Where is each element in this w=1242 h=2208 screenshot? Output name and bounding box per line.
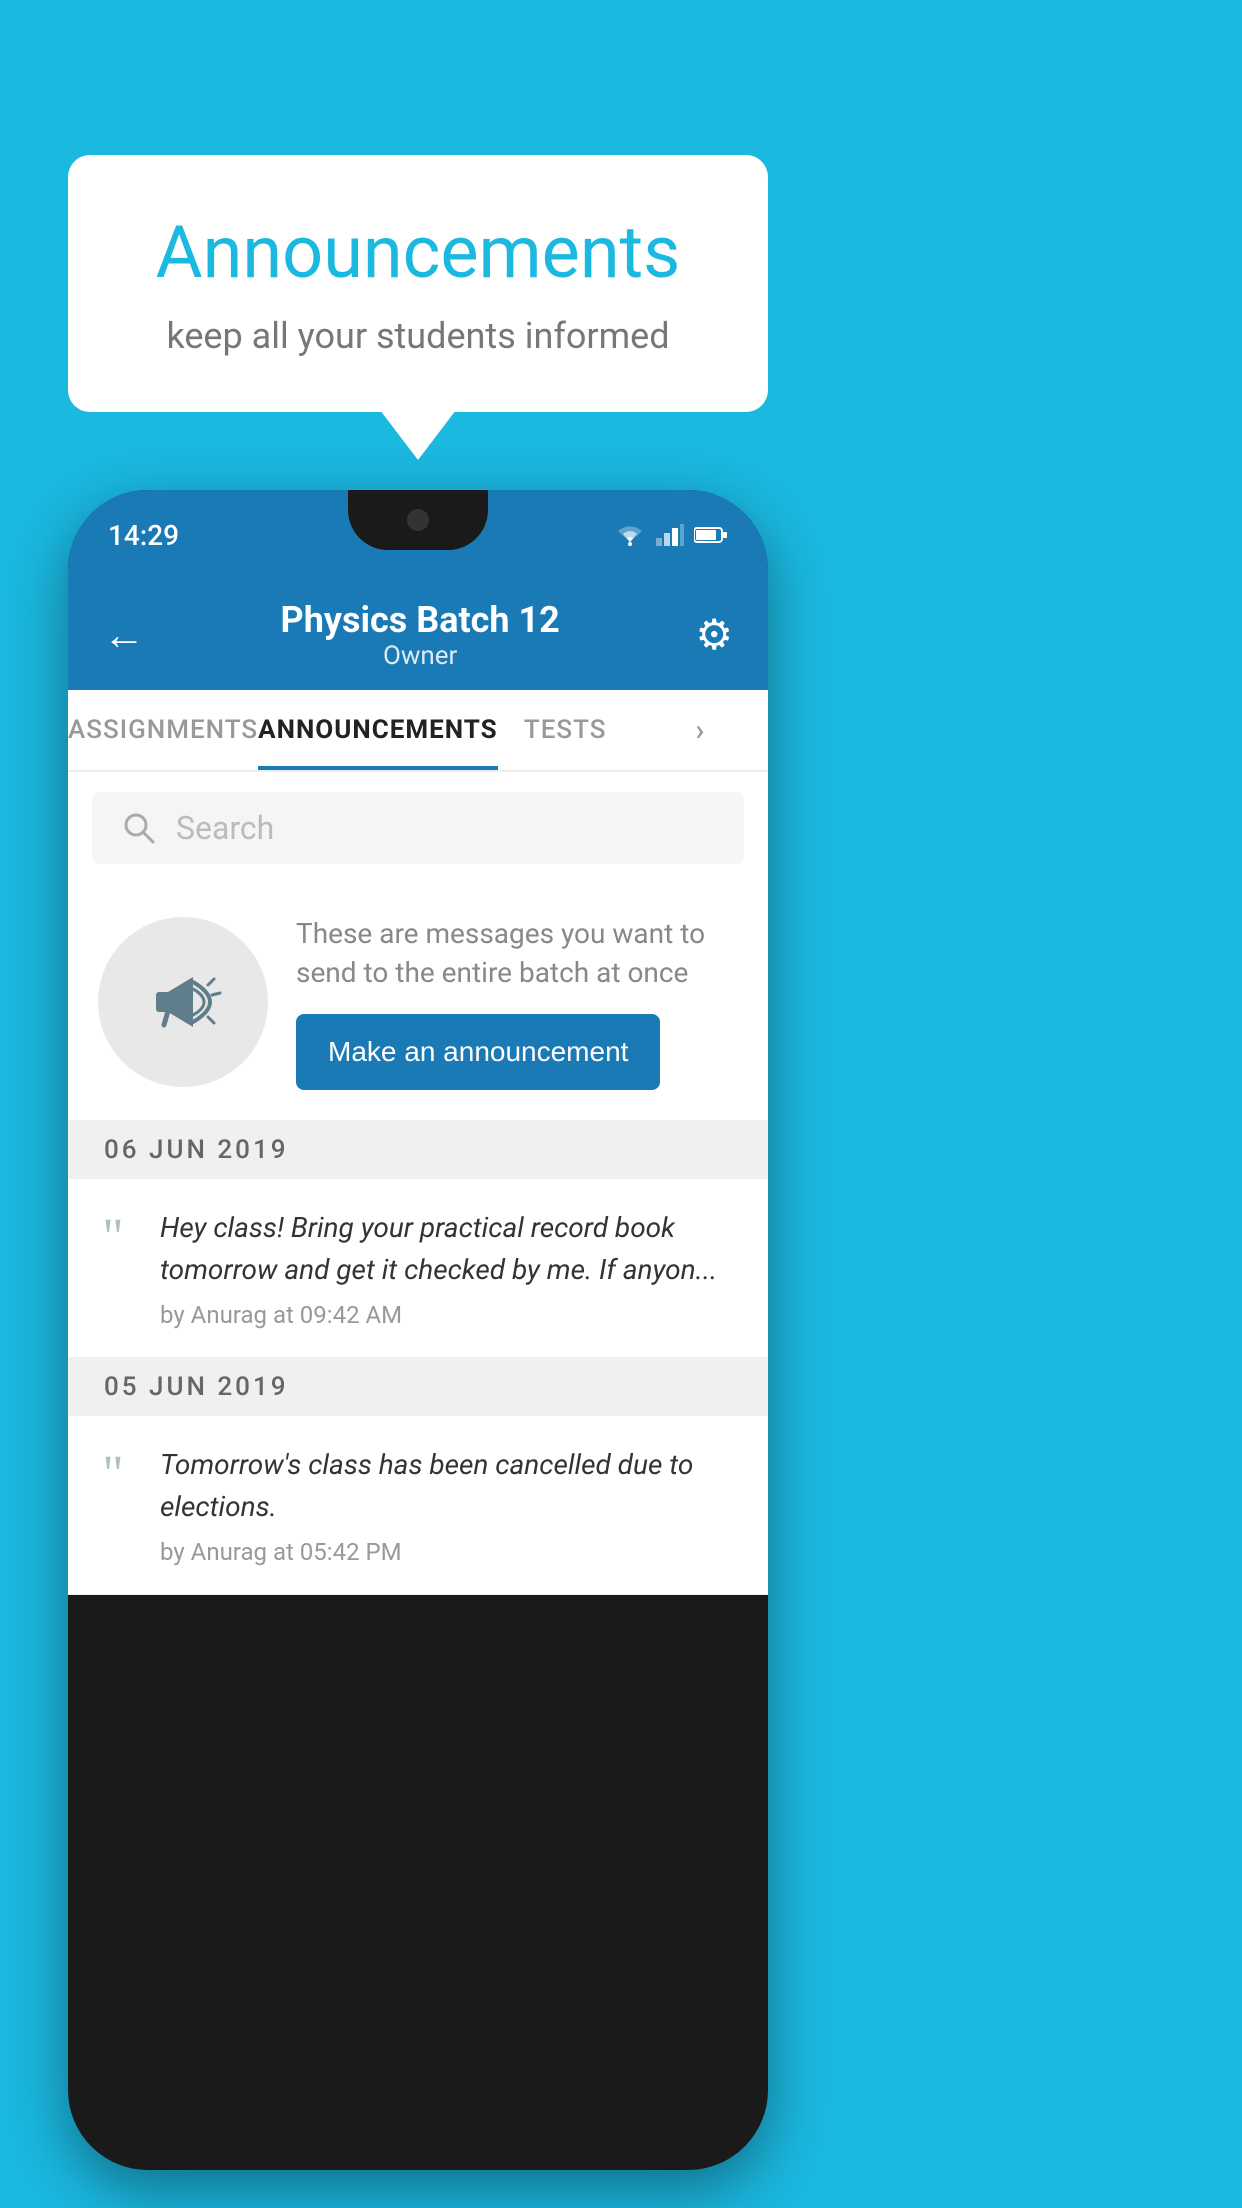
megaphone-circle	[98, 917, 268, 1087]
intro-description: These are messages you want to send to t…	[296, 914, 738, 992]
status-icons	[614, 524, 728, 546]
speech-bubble-section: Announcements keep all your students inf…	[68, 155, 768, 412]
status-time: 14:29	[108, 519, 179, 552]
tab-assignments[interactable]: ASSIGNMENTS	[68, 690, 258, 770]
announcement-content-2: Tomorrow's class has been cancelled due …	[160, 1444, 738, 1566]
battery-icon	[694, 526, 728, 544]
settings-icon[interactable]: ⚙	[695, 610, 733, 660]
phone-notch	[348, 490, 488, 550]
announcement-item-2: " Tomorrow's class has been cancelled du…	[68, 1416, 768, 1595]
announcement-text-1: Hey class! Bring your practical record b…	[160, 1207, 738, 1291]
phone-content: Search These are messa	[68, 772, 768, 1595]
tab-announcements[interactable]: ANNOUNCEMENTS	[258, 690, 497, 770]
signal-icon	[656, 524, 684, 546]
announcement-meta-2: by Anurag at 05:42 PM	[160, 1538, 738, 1566]
search-bar[interactable]: Search	[92, 792, 744, 864]
date-separator-2: 05 JUN 2019	[68, 1358, 768, 1416]
back-button[interactable]: ←	[103, 611, 145, 660]
quote-icon-1: "	[88, 1207, 138, 1329]
speech-bubble-subtitle: keep all your students informed	[128, 315, 708, 357]
tab-tests[interactable]: TESTS	[498, 690, 633, 770]
app-header: ← Physics Batch 12 Owner ⚙	[68, 580, 768, 690]
announcement-item-1: " Hey class! Bring your practical record…	[68, 1179, 768, 1358]
speech-bubble-title: Announcements	[128, 210, 708, 295]
announcement-text-2: Tomorrow's class has been cancelled due …	[160, 1444, 738, 1528]
phone-frame: 14:29	[68, 490, 768, 2170]
header-center: Physics Batch 12 Owner	[281, 599, 560, 671]
speech-bubble-card: Announcements keep all your students inf…	[68, 155, 768, 412]
header-title: Physics Batch 12	[281, 599, 560, 641]
announcement-content-1: Hey class! Bring your practical record b…	[160, 1207, 738, 1329]
megaphone-icon	[138, 957, 228, 1047]
camera-dot	[407, 509, 429, 531]
announcement-intro: These are messages you want to send to t…	[68, 884, 768, 1121]
intro-right: These are messages you want to send to t…	[296, 914, 738, 1090]
tab-more[interactable]: ›	[633, 690, 768, 770]
make-announcement-button[interactable]: Make an announcement	[296, 1014, 660, 1090]
wifi-icon	[614, 524, 646, 546]
search-bar-container: Search	[68, 772, 768, 884]
announcement-meta-1: by Anurag at 09:42 AM	[160, 1301, 738, 1329]
search-placeholder: Search	[176, 809, 274, 847]
header-subtitle: Owner	[281, 641, 560, 671]
quote-icon-2: "	[88, 1444, 138, 1566]
date-separator-1: 06 JUN 2019	[68, 1121, 768, 1179]
search-icon	[122, 811, 156, 845]
status-bar: 14:29	[68, 490, 768, 580]
tabs-bar: ASSIGNMENTS ANNOUNCEMENTS TESTS ›	[68, 690, 768, 772]
